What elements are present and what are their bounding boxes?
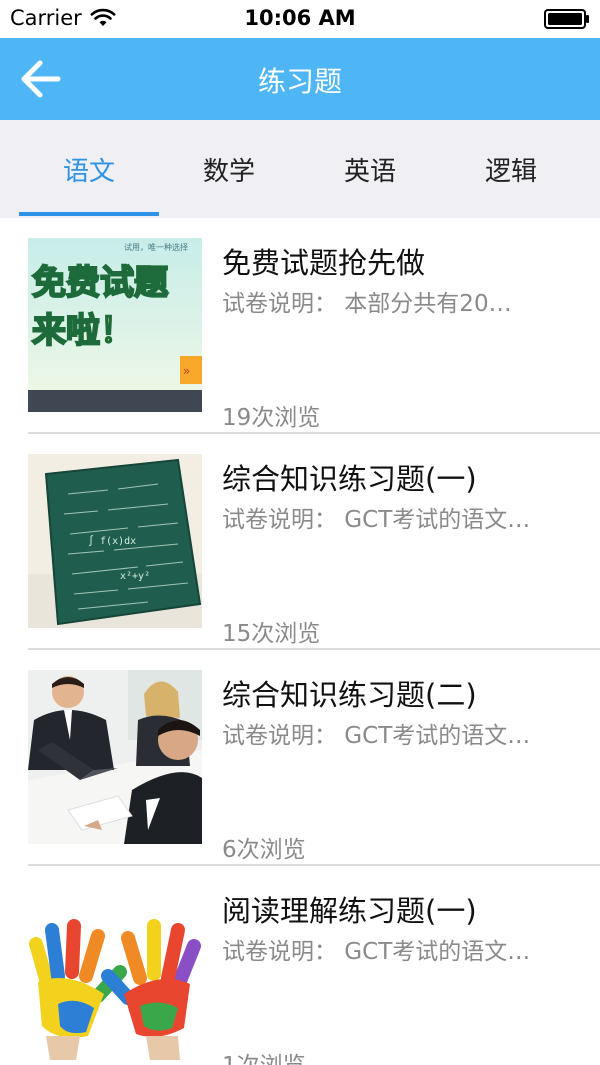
list-item[interactable]: ∫ f(x)dx x²+y² 综合知识练习题(一) 试卷说明： GCT考试的语文… bbox=[0, 434, 600, 650]
thumb-small-text: 试用，唯一种选择 bbox=[124, 242, 188, 252]
view-count: 6次浏览 bbox=[222, 837, 306, 863]
thumb-banner-line2: 来啦！ bbox=[32, 311, 134, 351]
exercise-list: 试用，唯一种选择 免费试题 来啦！ » 免费试题抢先做 试卷说明： 本部分共有2… bbox=[0, 218, 600, 1065]
svg-text:∫ f(x)dx: ∫ f(x)dx bbox=[88, 535, 136, 547]
tab-logic[interactable]: 逻辑 bbox=[441, 120, 581, 218]
exercise-title: 阅读理解练习题(一) bbox=[222, 894, 477, 928]
exercise-thumbnail: 试用，唯一种选择 免费试题 来啦！ » bbox=[28, 238, 202, 412]
exercise-thumbnail bbox=[28, 670, 202, 844]
view-count: 15次浏览 bbox=[222, 621, 321, 647]
exercise-description: 试卷说明： GCT考试的语文… bbox=[222, 939, 531, 965]
exercise-title: 综合知识练习题(一) bbox=[222, 462, 477, 496]
page-title: 练习题 bbox=[257, 65, 342, 98]
exercise-title: 综合知识练习题(二) bbox=[222, 678, 477, 712]
status-bar: Carrier 10:06 AM bbox=[0, 0, 600, 38]
category-tabs: 语文 数学 英语 逻辑 bbox=[0, 120, 600, 218]
exercise-thumbnail bbox=[28, 886, 202, 1060]
exercise-description: 试卷说明： 本部分共有20… bbox=[222, 291, 512, 317]
thumb-banner-line1: 免费试题 bbox=[32, 263, 168, 303]
active-tab-indicator bbox=[19, 212, 159, 216]
navigation-bar: 练习题 bbox=[0, 38, 600, 120]
view-count: 19次浏览 bbox=[222, 405, 321, 431]
status-time: 10:06 AM bbox=[244, 6, 356, 30]
exercise-title: 免费试题抢先做 bbox=[222, 246, 426, 280]
view-count: 1次浏览 bbox=[222, 1046, 306, 1065]
svg-text:»: » bbox=[183, 364, 190, 378]
list-item[interactable]: 阅读理解练习题(一) 试卷说明： GCT考试的语文… 1次浏览 bbox=[0, 866, 600, 1065]
list-item[interactable]: 综合知识练习题(二) 试卷说明： GCT考试的语文… 6次浏览 bbox=[0, 650, 600, 866]
battery-icon bbox=[544, 9, 589, 29]
exercise-description: 试卷说明： GCT考试的语文… bbox=[222, 723, 531, 749]
tab-math[interactable]: 数学 bbox=[159, 120, 299, 218]
exercise-thumbnail: ∫ f(x)dx x²+y² bbox=[28, 454, 202, 628]
list-item[interactable]: 试用，唯一种选择 免费试题 来啦！ » 免费试题抢先做 试卷说明： 本部分共有2… bbox=[0, 218, 600, 434]
tab-chinese[interactable]: 语文 bbox=[19, 120, 159, 218]
svg-text:x²+y²: x²+y² bbox=[120, 571, 150, 582]
exercise-description: 试卷说明： GCT考试的语文… bbox=[222, 507, 531, 533]
tab-english[interactable]: 英语 bbox=[300, 120, 440, 218]
